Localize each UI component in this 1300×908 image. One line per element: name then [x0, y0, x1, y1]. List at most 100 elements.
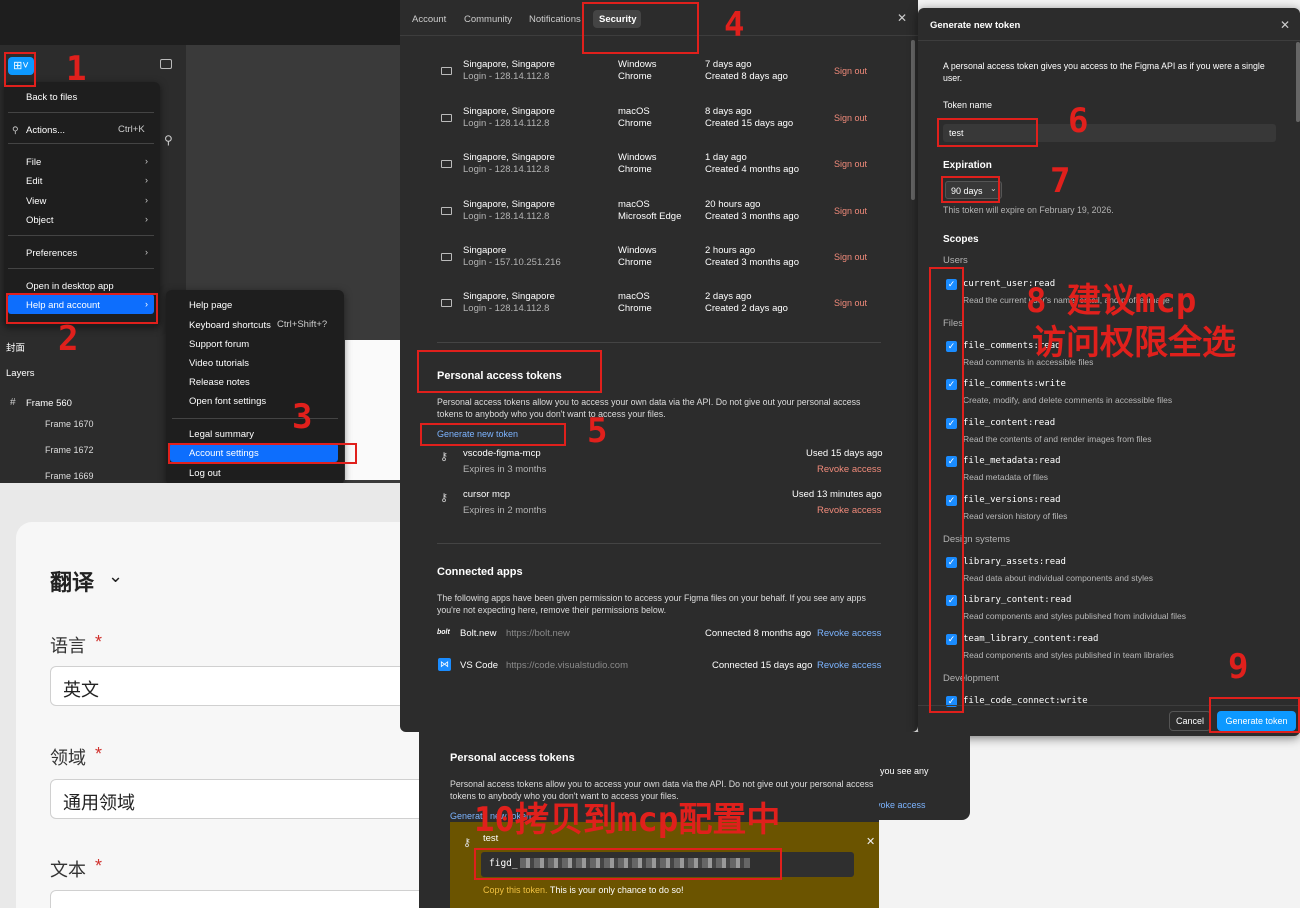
sign-out-button[interactable]: Sign out — [834, 66, 867, 76]
search-icon[interactable]: ⚲ — [164, 133, 173, 147]
chevron-down-icon: ⌄ — [990, 184, 997, 193]
sign-out-button[interactable]: Sign out — [834, 159, 867, 169]
sign-out-button[interactable]: Sign out — [834, 206, 867, 216]
text-input[interactable] — [50, 890, 430, 908]
submenu-font-settings[interactable]: Open font settings — [189, 396, 266, 407]
scope-description: Read components and styles published fro… — [963, 611, 1187, 621]
scope-checkbox[interactable]: ✓ — [946, 595, 957, 606]
menu-object[interactable]: Object — [26, 215, 53, 226]
menu-edit[interactable]: Edit — [26, 176, 42, 187]
token-name-input[interactable]: test — [943, 124, 1276, 142]
pat-title: Personal access tokens — [450, 752, 575, 764]
connected-apps-title: Connected apps — [437, 566, 523, 578]
revoke-app-button[interactable]: Revoke access — [817, 628, 881, 639]
monitor-icon — [441, 160, 452, 168]
dialog-footer-divider — [918, 705, 1300, 706]
domain-select[interactable]: 通用领域 — [50, 779, 430, 819]
menu-file[interactable]: File — [26, 157, 41, 168]
copy-note-highlight: Copy this token. — [483, 885, 548, 895]
menu-view[interactable]: View — [26, 196, 46, 207]
scope-checkbox[interactable]: ✓ — [946, 418, 957, 429]
scope-name: file_comments:write — [963, 379, 1066, 389]
section-divider — [437, 342, 881, 343]
session-browser: Chrome — [618, 303, 652, 314]
tab-security[interactable]: Security — [599, 14, 637, 25]
vs-code-icon: ⋈ — [438, 658, 451, 671]
submenu-support-forum[interactable]: Support forum — [189, 339, 249, 350]
tab-account[interactable]: Account — [412, 14, 446, 25]
session-created: Created 15 days ago — [705, 118, 794, 129]
figma-logo-icon[interactable]: ⊞˅ — [8, 57, 34, 75]
scope-checkbox[interactable]: ✓ — [946, 557, 957, 568]
menu-help-and-account[interactable]: Help and account — [26, 300, 100, 311]
submenu-help-page[interactable]: Help page — [189, 300, 232, 311]
generate-token-button[interactable]: Generate token — [1217, 711, 1296, 731]
submenu-account-settings[interactable]: Account settings — [189, 448, 259, 459]
session-location: Singapore, Singapore — [463, 59, 555, 70]
scope-checkbox[interactable]: ✓ — [946, 279, 957, 290]
menu-open-desktop[interactable]: Open in desktop app — [26, 281, 114, 292]
session-created: Created 3 months ago — [705, 211, 800, 222]
pat-description: Personal access tokens allow you to acce… — [437, 397, 861, 419]
monitor-icon — [441, 207, 452, 215]
app-name: Bolt.new — [460, 628, 497, 639]
cancel-button[interactable]: Cancel — [1169, 711, 1211, 731]
revoke-token-button[interactable]: Revoke access — [817, 464, 881, 475]
menu-divider — [8, 143, 154, 144]
menu-actions[interactable]: Actions... — [26, 125, 65, 136]
session-browser: Chrome — [618, 164, 652, 175]
annotation-6: 6 — [1068, 101, 1089, 141]
submenu-legal-summary[interactable]: Legal summary — [189, 429, 254, 440]
key-icon: ⚷ — [440, 451, 449, 463]
session-os: Windows — [618, 152, 657, 163]
lang-label: 语言 — [50, 636, 86, 656]
scope-name: file_content:read — [963, 418, 1056, 428]
menu-back-to-files[interactable]: Back to files — [26, 92, 77, 103]
submenu-release-notes[interactable]: Release notes — [189, 377, 250, 388]
close-icon[interactable]: ✕ — [897, 11, 907, 25]
actions-shortcut: Ctrl+K — [118, 124, 145, 135]
revoke-app-button[interactable]: Revoke access — [817, 660, 881, 671]
close-icon[interactable]: ✕ — [1280, 18, 1290, 32]
tab-notifications[interactable]: Notifications — [529, 14, 581, 25]
keyboard-shortcut-hint: Ctrl+Shift+? — [277, 319, 328, 330]
sign-out-button[interactable]: Sign out — [834, 113, 867, 123]
sign-out-button[interactable]: Sign out — [834, 252, 867, 262]
sign-out-button[interactable]: Sign out — [834, 298, 867, 308]
layer-frame-560[interactable]: Frame 560 — [26, 398, 72, 409]
dialog-scrollbar[interactable] — [1296, 42, 1300, 122]
close-icon[interactable]: ✕ — [866, 835, 875, 848]
session-last-active: 20 hours ago — [705, 199, 761, 210]
chevron-right-icon: › — [145, 299, 148, 309]
menu-preferences[interactable]: Preferences — [26, 248, 77, 259]
layer-frame-1669[interactable]: Frame 1669 — [45, 471, 94, 481]
scope-checkbox[interactable]: ✓ — [946, 379, 957, 390]
frame-icon: # — [10, 397, 16, 408]
settings-scrollbar[interactable] — [911, 40, 915, 200]
bolt-logo: bolt — [437, 629, 450, 636]
generate-new-token-link[interactable]: Generate new token — [437, 429, 518, 439]
session-created: Created 2 days ago — [705, 303, 788, 314]
layers-heading: Layers — [6, 368, 35, 379]
submenu-log-out[interactable]: Log out — [189, 468, 221, 479]
scope-checkbox[interactable]: ✓ — [946, 456, 957, 467]
session-browser: Chrome — [618, 118, 652, 129]
token-expires: Expires in 2 months — [463, 505, 547, 516]
scope-checkbox[interactable]: ✓ — [946, 341, 957, 352]
token-value-field[interactable]: figd_ — [481, 852, 854, 877]
scope-checkbox[interactable]: ✓ — [946, 634, 957, 645]
session-last-active: 2 hours ago — [705, 245, 756, 256]
scope-description: Read components and styles published in … — [963, 650, 1174, 660]
layer-frame-1672[interactable]: Frame 1672 — [45, 445, 94, 455]
submenu-keyboard-shortcuts[interactable]: Keyboard shortcuts — [189, 320, 271, 331]
panel-toggle-icon[interactable] — [160, 59, 172, 69]
session-os: macOS — [618, 106, 650, 117]
tabs-divider — [400, 35, 918, 36]
submenu-video-tutorials[interactable]: Video tutorials — [189, 358, 249, 369]
lang-select[interactable]: 英文 — [50, 666, 430, 706]
tab-community[interactable]: Community — [464, 14, 512, 25]
scope-checkbox[interactable]: ✓ — [946, 495, 957, 506]
layer-frame-1670[interactable]: Frame 1670 — [45, 419, 94, 429]
chevron-down-icon[interactable]: ⌄ — [108, 566, 123, 587]
revoke-token-button[interactable]: Revoke access — [817, 505, 881, 516]
